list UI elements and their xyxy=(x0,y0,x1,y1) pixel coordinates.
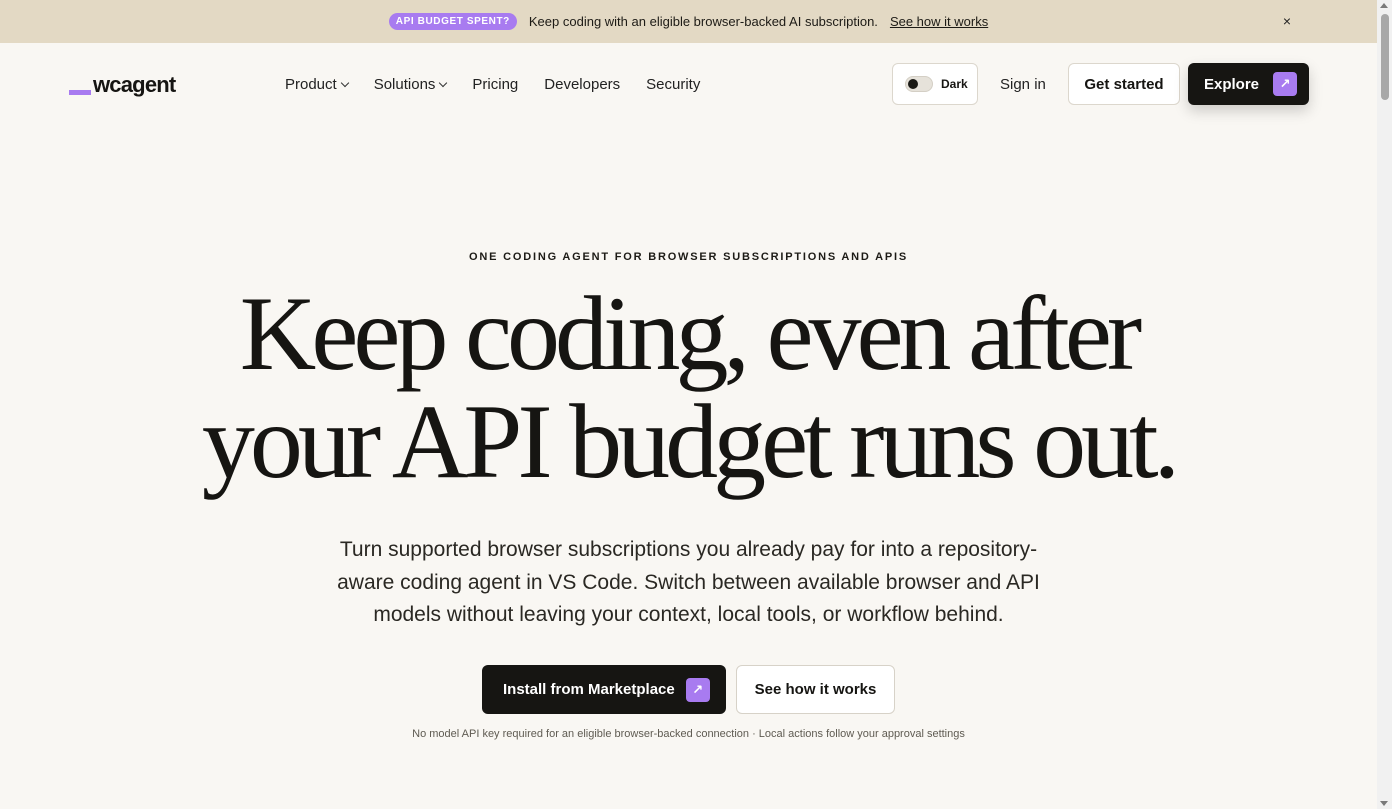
get-started-label: Get started xyxy=(1084,75,1164,93)
hero-footnote: No model API key required for an eligibl… xyxy=(412,728,965,740)
toggle-switch-icon xyxy=(905,76,933,92)
scroll-down-icon[interactable] xyxy=(1380,801,1388,806)
page-scrollbar[interactable] xyxy=(1377,0,1392,809)
headline-line-1: Keep coding, even after xyxy=(239,275,1142,392)
install-label: Install from Marketplace xyxy=(503,681,675,698)
nav-item-label: Developers xyxy=(544,76,621,93)
hero-headline: Keep coding, even after your API budget … xyxy=(0,280,1377,496)
theme-toggle-button[interactable]: Dark xyxy=(892,63,978,105)
chevron-down-icon xyxy=(439,78,448,88)
see-how-label: See how it works xyxy=(754,681,877,698)
close-icon[interactable]: × xyxy=(1283,13,1291,29)
nav-item-label: Security xyxy=(646,76,701,93)
nav-item-developers[interactable]: Developers xyxy=(544,76,620,93)
scroll-up-icon[interactable] xyxy=(1380,3,1388,8)
see-how-it-works-button[interactable]: See how it works xyxy=(736,665,895,714)
nav-item-security[interactable]: Security xyxy=(646,76,700,93)
theme-toggle-label: Dark xyxy=(941,77,968,91)
banner-link[interactable]: See how it works xyxy=(890,14,988,29)
nav-item-label: Pricing xyxy=(472,76,519,93)
arrow-up-right-icon: ↗ xyxy=(685,677,710,702)
nav-item-label: Product xyxy=(285,76,337,93)
logo-text: wcagent xyxy=(93,72,176,97)
arrow-up-right-icon: ↗ xyxy=(1273,72,1298,96)
logo[interactable]: wcagent xyxy=(69,72,176,97)
nav-item-label: Solutions xyxy=(373,76,436,93)
scrollbar-thumb[interactable] xyxy=(1381,14,1389,100)
get-started-button[interactable]: Get started xyxy=(1068,63,1180,105)
logo-mark-icon xyxy=(69,90,91,95)
nav-item-pricing[interactable]: Pricing xyxy=(472,76,518,93)
nav-item-product[interactable]: Product xyxy=(285,76,349,93)
headline-line-2: your API budget runs out. xyxy=(201,383,1180,500)
announcement-banner: API BUDGET SPENT? Keep coding with an el… xyxy=(0,0,1377,43)
main-menu: Product Solutions Pricing Developers Sec… xyxy=(285,76,700,93)
sign-in-link[interactable]: Sign in xyxy=(1000,76,1046,93)
explore-label: Explore xyxy=(1204,75,1260,93)
banner-badge: API BUDGET SPENT? xyxy=(388,13,517,30)
chevron-down-icon xyxy=(340,78,349,88)
explore-button[interactable]: Explore ↗ xyxy=(1188,63,1309,105)
banner-message: Keep coding with an eligible browser-bac… xyxy=(528,14,878,29)
install-marketplace-button[interactable]: Install from Marketplace ↗ xyxy=(482,665,726,714)
hero-subtext: Turn supported browser subscriptions you… xyxy=(337,538,1040,626)
hero-cta-row: Install from Marketplace ↗ See how it wo… xyxy=(482,665,895,714)
hero-eyebrow: ONE CODING AGENT FOR BROWSER SUBSCRIPTIO… xyxy=(469,251,908,263)
nav-item-solutions[interactable]: Solutions xyxy=(373,76,448,93)
top-navigation: wcagent Product Solutions Pricing Develo… xyxy=(0,43,1377,127)
